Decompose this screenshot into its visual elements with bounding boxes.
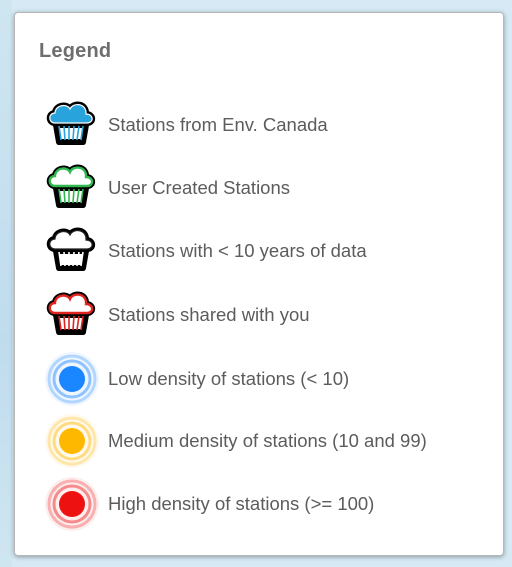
cloud-rain-icon [39,95,109,155]
legend-item-high-density: High density of stations (>= 100) [39,474,499,534]
density-circle-icon [39,349,109,409]
cloud-rain-icon [39,158,109,218]
legend-panel: Legend Stations from Env. Canada User Cr… [14,12,504,556]
density-circle-icon [39,411,109,471]
legend-item-label: High density of stations (>= 100) [108,493,375,514]
cloud-rain-icon [39,285,109,345]
legend-item-limited-data: Stations with < 10 years of data [39,221,499,281]
legend-title: Legend [39,40,112,62]
density-circle-icon [39,474,109,534]
legend-item-label: Stations shared with you [108,304,310,325]
legend-item-user-created: User Created Stations [39,158,499,218]
legend-item-env-canada: Stations from Env. Canada [39,95,499,155]
legend-item-low-density: Low density of stations (< 10) [39,349,499,409]
cloud-rain-icon [39,221,109,281]
legend-item-label: Low density of stations (< 10) [108,368,350,389]
map-background [0,0,12,567]
legend-item-label: Stations from Env. Canada [108,114,328,135]
legend-item-shared: Stations shared with you [39,285,499,345]
legend-item-label: Medium density of stations (10 and 99) [108,430,427,451]
legend-item-label: Stations with < 10 years of data [108,240,367,261]
legend-item-medium-density: Medium density of stations (10 and 99) [39,411,499,471]
legend-item-label: User Created Stations [108,177,291,198]
